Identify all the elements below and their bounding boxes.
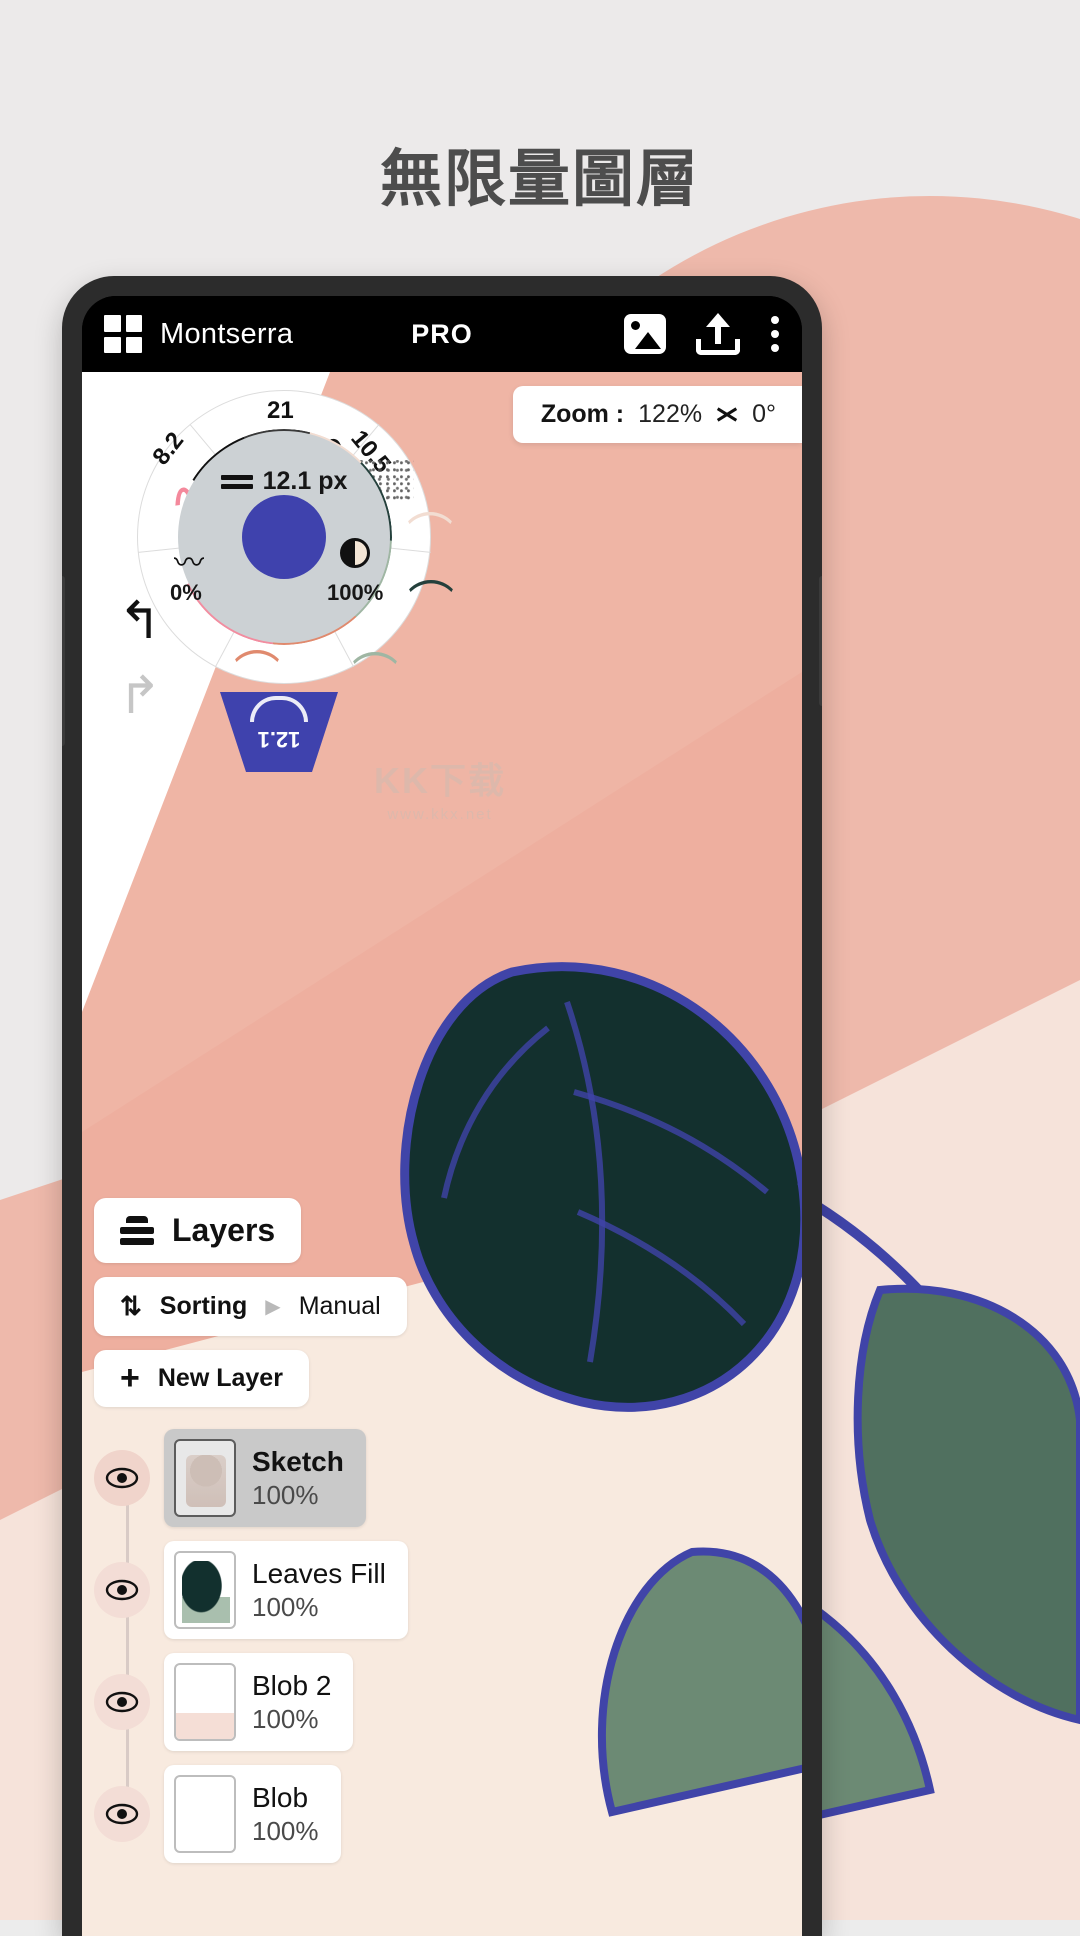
layer-list: Sketch 100% Leaves Fill 100% Blob 2 100%… [94, 1429, 424, 1863]
min-percent: 0% [170, 580, 202, 605]
drawing-canvas[interactable]: KK下载 www.kkx.net Zoom : 122% 0° 8.2 21 1… [82, 372, 802, 1936]
rotate-icon [716, 404, 738, 426]
sort-icon: ⇅ [120, 1291, 142, 1321]
swatch-cream[interactable]: ⌒ [407, 512, 453, 558]
brush-wheel[interactable]: 8.2 21 10.5 ∿ 12.1 px 〰 [112, 390, 454, 772]
brush-size-value: 12.1 px [112, 467, 456, 496]
max-percent: 100% [327, 580, 384, 605]
brush-tip-icon [250, 696, 308, 722]
promo-page: 無限量圖層 Montserra PRO KK下载 www.kkx.net Zoo… [0, 0, 1080, 1936]
layer-name: Blob [252, 1781, 309, 1813]
layer-thumbnail [174, 1663, 236, 1741]
table-row[interactable]: Sketch 100% [94, 1429, 424, 1527]
zoom-panel[interactable]: Zoom : 122% 0° [512, 386, 802, 443]
new-layer-button[interactable]: + New Layer [94, 1350, 309, 1407]
sorting-value: Manual [298, 1292, 381, 1320]
sorting-label: Sorting [159, 1292, 248, 1320]
brush-size-21[interactable]: 21 [267, 397, 294, 425]
layer-thumbnail [174, 1439, 236, 1517]
visibility-eye-icon[interactable] [94, 1450, 150, 1506]
plus-icon: + [120, 1358, 140, 1397]
grid-icon[interactable] [104, 315, 142, 353]
phone-mockup: Montserra PRO KK下载 www.kkx.net Zoom: 12… [62, 276, 822, 1936]
sorting-row[interactable]: ⇅ Sorting ▶ Manual [94, 1277, 407, 1336]
smoothing-icon[interactable]: 〰 [174, 538, 204, 582]
table-row[interactable]: Blob 2 100% [94, 1653, 424, 1751]
layer-card[interactable]: Blob 100% [164, 1765, 341, 1863]
rotation-value: 0° [752, 400, 776, 428]
pro-badge: PRO [411, 318, 473, 349]
watermark-url: www.kkx.net [387, 806, 493, 823]
table-row[interactable]: Blob 100% [94, 1765, 424, 1863]
layer-opacity: 100% [252, 1479, 319, 1510]
contrast-icon[interactable] [340, 538, 370, 568]
layer-name: Blob 2 [252, 1669, 332, 1701]
layer-name: Leaves Fill [252, 1557, 386, 1589]
phone-side-button-left [62, 576, 65, 746]
layer-name: Sketch [252, 1445, 344, 1477]
visibility-eye-icon[interactable] [94, 1674, 150, 1730]
redo-arrow-icon[interactable]: ↰ [118, 667, 162, 725]
swatch-sage[interactable]: ⌒ [352, 652, 398, 698]
layer-thumbnail [174, 1551, 236, 1629]
layer-thumbnail [174, 1775, 236, 1853]
brush-tag-value: 12.1 [257, 727, 301, 752]
brush-wheel-knob[interactable] [242, 495, 326, 579]
image-icon[interactable] [624, 314, 666, 354]
zoom-value: 122% [638, 400, 703, 428]
watermark: KK下载 www.kkx.net [374, 752, 506, 823]
layer-opacity: 100% [252, 1815, 319, 1846]
watermark-title: KK下载 [374, 760, 506, 801]
layer-card[interactable]: Blob 2 100% [164, 1653, 354, 1751]
undo-arrow-icon[interactable]: ↰ [118, 595, 162, 647]
layer-opacity: 100% [252, 1703, 319, 1734]
app-bar: Montserra PRO [82, 296, 802, 372]
layer-card[interactable]: Sketch 100% [164, 1429, 366, 1527]
swatch-coral[interactable]: ⌒ [234, 650, 280, 696]
visibility-eye-icon[interactable] [94, 1786, 150, 1842]
upload-icon[interactable] [696, 313, 740, 355]
new-layer-label: New Layer [157, 1364, 283, 1392]
layers-title[interactable]: Layers [94, 1198, 302, 1263]
page-title: 無限量圖層 [379, 142, 700, 215]
sorting-separator-icon: ▶ [265, 1296, 281, 1318]
size-bars-icon [220, 471, 253, 493]
layers-title-label: Layers [172, 1212, 276, 1248]
zoom-label: Zoom : [540, 400, 625, 428]
app-name: Montserra [160, 317, 294, 350]
swatch-dark-green[interactable]: ⌒ [408, 580, 454, 626]
visibility-eye-icon[interactable] [94, 1562, 150, 1618]
more-vertical-icon[interactable] [770, 316, 780, 352]
table-row[interactable]: Leaves Fill 100% [94, 1541, 424, 1639]
layer-opacity: 100% [252, 1591, 319, 1622]
layer-card[interactable]: Leaves Fill 100% [164, 1541, 408, 1639]
phone-screen: Montserra PRO KK下载 www.kkx.net Zoom: 12… [82, 296, 802, 1936]
phone-side-button-right [819, 576, 822, 706]
layers-panel: Layers ⇅ Sorting ▶ Manual + New Layer Sk… [94, 1198, 424, 1877]
layers-icon [120, 1215, 154, 1246]
